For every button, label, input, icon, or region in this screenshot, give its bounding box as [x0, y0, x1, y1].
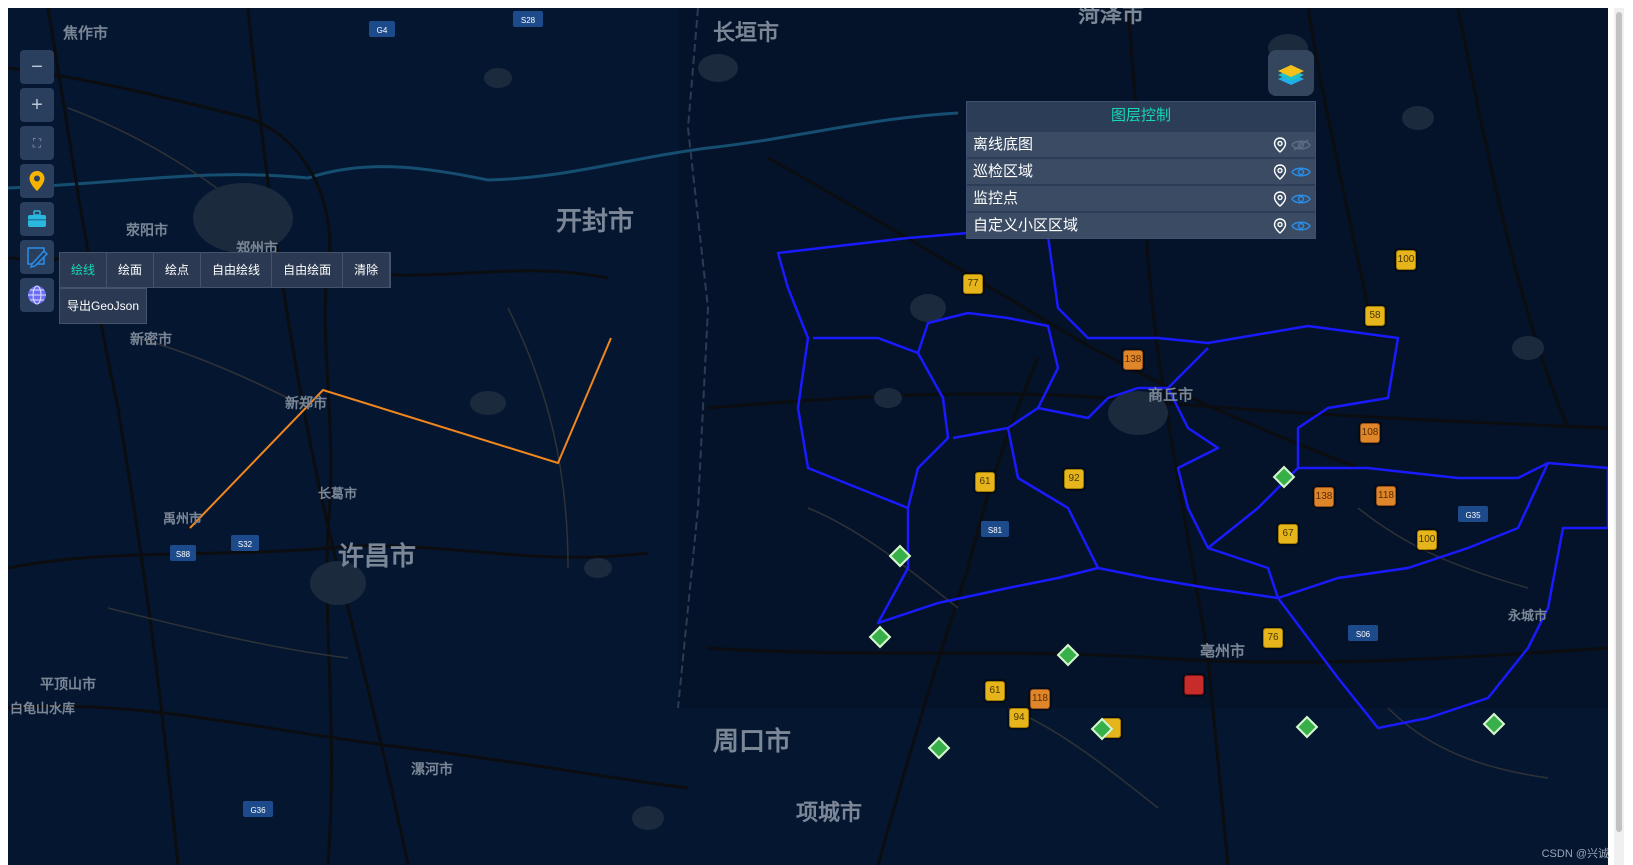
- map-label: G4: [377, 26, 388, 35]
- count-marker[interactable]: 76: [1263, 628, 1283, 648]
- locate-pin-icon[interactable]: [1273, 136, 1287, 153]
- map-label: 长垣市: [713, 20, 779, 45]
- toolbox-button[interactable]: [20, 202, 54, 236]
- eye-icon[interactable]: [1291, 219, 1311, 233]
- zoom-out-button[interactable]: −: [20, 50, 54, 84]
- fullscreen-icon: ⛶: [32, 135, 42, 150]
- export-geojson-button[interactable]: 导出GeoJson: [59, 288, 148, 324]
- globe-icon: [28, 285, 46, 305]
- layer-row-inspection-area: 巡检区域: [967, 159, 1315, 184]
- drawn-polyline[interactable]: [189, 337, 612, 529]
- map-label: 亳州市: [1200, 642, 1245, 660]
- layer-name: 巡检区域: [973, 163, 1034, 180]
- locate-pin-icon[interactable]: [1273, 217, 1287, 234]
- locate-pin-icon[interactable]: [1273, 163, 1287, 180]
- count-marker[interactable]: 94: [1009, 708, 1029, 728]
- map-label: S81: [988, 526, 1003, 535]
- map-label: 禹州市: [163, 511, 202, 526]
- count-marker[interactable]: 138: [1314, 487, 1334, 507]
- clear-button[interactable]: 清除: [343, 253, 391, 287]
- geojson-button[interactable]: [20, 278, 54, 312]
- count-marker[interactable]: 138: [1123, 350, 1143, 370]
- map-label: 周口市: [713, 726, 791, 756]
- scrollbar-thumb[interactable]: [1616, 12, 1622, 832]
- count-marker[interactable]: 100: [1396, 250, 1416, 270]
- draw-line-button[interactable]: 绘线: [60, 253, 108, 287]
- map-label: 新密市: [130, 331, 172, 347]
- count-marker[interactable]: 67: [1278, 524, 1298, 544]
- draw-polygon-button[interactable]: 绘面: [107, 253, 155, 287]
- count-marker[interactable]: 58: [1365, 306, 1385, 326]
- zoom-in-button[interactable]: +: [20, 88, 54, 122]
- map-canvas[interactable]: G4 S28 S88 S32 S81 G35 S06 G36 焦作市 长垣市 菏…: [8, 8, 1608, 865]
- layer-name: 监控点: [973, 190, 1019, 207]
- map-label: G36: [250, 806, 266, 815]
- map-label: 菏泽市: [1078, 8, 1144, 27]
- eye-icon[interactable]: [1291, 165, 1311, 179]
- layer-row-offline-basemap: 离线底图: [967, 132, 1315, 157]
- watermark: CSDN @兴诚: [1541, 848, 1609, 860]
- count-marker[interactable]: 100: [1417, 530, 1437, 550]
- location-button[interactable]: [20, 164, 54, 198]
- layer-row-monitoring-points: 监控点: [967, 186, 1315, 211]
- location-pin-icon: [29, 171, 45, 191]
- layer-row-custom-community: 自定义小区区域: [967, 213, 1315, 238]
- fullscreen-button[interactable]: ⛶: [20, 126, 54, 160]
- layers-icon: [1278, 65, 1304, 85]
- map-label: 项城市: [796, 800, 862, 825]
- map-label: 永城市: [1507, 608, 1547, 623]
- map-label: 焦作市: [62, 24, 108, 42]
- map-label: 开封市: [556, 206, 634, 236]
- draw-point-button[interactable]: 绘点: [154, 253, 202, 287]
- freehand-polygon-button[interactable]: 自由绘面: [272, 253, 344, 287]
- map-label: S32: [238, 540, 253, 549]
- toolbox-icon: [28, 210, 46, 227]
- layer-control-panel: 图层控制 离线底图 巡检区域 监控点 自定义小区区域: [966, 101, 1316, 239]
- draw-icon: [27, 247, 48, 268]
- locate-pin-icon[interactable]: [1273, 190, 1287, 207]
- eye-closed-icon[interactable]: [1291, 138, 1311, 152]
- count-marker[interactable]: 92: [1064, 469, 1084, 489]
- layer-name: 离线底图: [973, 136, 1034, 153]
- map-label: 漯河市: [411, 761, 453, 777]
- eye-icon[interactable]: [1291, 192, 1311, 206]
- count-marker[interactable]: 77: [963, 274, 983, 294]
- map-label: 平顶山市: [40, 676, 96, 692]
- map-label: 白龟山水库: [10, 701, 75, 716]
- draw-button[interactable]: [20, 240, 54, 274]
- freehand-line-button[interactable]: 自由绘线: [201, 253, 273, 287]
- map-label: S88: [176, 550, 191, 559]
- count-marker[interactable]: 61: [985, 681, 1005, 701]
- layer-toggle-button[interactable]: [1268, 50, 1314, 96]
- count-marker[interactable]: 61: [975, 472, 995, 492]
- count-marker[interactable]: 118: [1376, 486, 1396, 506]
- map-label: 荥阳市: [126, 222, 168, 238]
- draw-menu: 绘线 绘面 绘点 自由绘线 自由绘面 清除: [59, 252, 392, 288]
- map-label: 新郑市: [285, 395, 327, 411]
- map-label: 商丘市: [1148, 386, 1193, 404]
- layer-name: 自定义小区区域: [973, 217, 1079, 234]
- map-label: G35: [1465, 511, 1481, 520]
- map-label: S06: [1356, 630, 1371, 639]
- map-label: 许昌市: [338, 541, 416, 571]
- alarm-marker[interactable]: [1184, 675, 1204, 695]
- count-marker[interactable]: 118: [1030, 689, 1050, 709]
- map-label: 长葛市: [318, 486, 357, 501]
- layer-panel-title: 图层控制: [1110, 107, 1171, 124]
- count-marker[interactable]: 108: [1360, 423, 1380, 443]
- map-label: S28: [521, 16, 536, 25]
- vertical-scrollbar[interactable]: [1614, 8, 1624, 865]
